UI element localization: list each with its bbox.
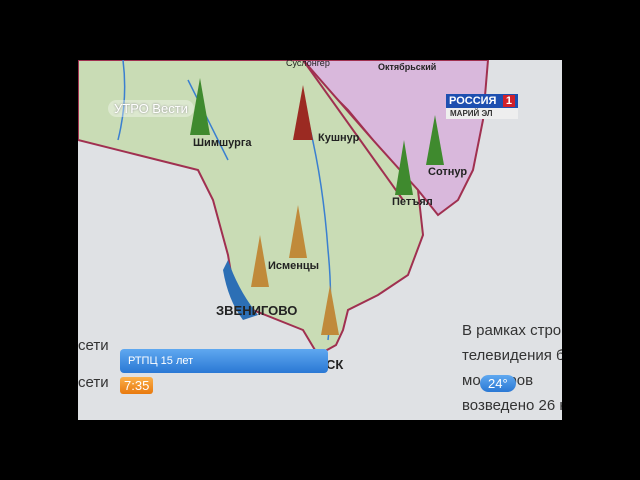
- place-zvenigovo: ЗВЕНИГОВО: [216, 303, 298, 318]
- place-sk: СК: [326, 357, 344, 372]
- side-text-right: возведено 26 н: [462, 397, 562, 414]
- channel-number: 1: [502, 95, 515, 107]
- channel-name: РОССИЯ: [449, 95, 497, 107]
- place-shimshurga: Шимшурга: [193, 137, 252, 149]
- program-logo-text: УТРО Вести: [114, 101, 188, 116]
- place-ismentsy: Исменцы: [268, 260, 320, 272]
- place-kushnur: Кушнур: [318, 132, 360, 144]
- place-sotnur: Сотнур: [428, 166, 468, 178]
- side-text-right: телевидения бу: [462, 347, 562, 364]
- place-oktyabrsky: Октябрьский: [378, 62, 437, 72]
- side-text-right: В рамках строи: [462, 322, 562, 339]
- news-ticker: РТПЦ 15 лет: [120, 349, 328, 373]
- temperature-badge: 24°: [480, 375, 516, 392]
- place-suslonger: Суслонгер: [286, 60, 330, 68]
- side-text-left: сети: [78, 374, 109, 391]
- program-logo: УТРО Вести: [108, 100, 194, 117]
- tv-screen: Суслонгер Октябрьский Шимшурга Кушнур Со…: [78, 60, 562, 420]
- side-text-left: сети: [78, 337, 109, 354]
- channel-region: МАРИЙ ЭЛ: [446, 108, 518, 119]
- clock: 7:35: [120, 377, 154, 394]
- place-petyal: Петъял: [392, 196, 433, 208]
- channel-logo: РОССИЯ 1 МАРИЙ ЭЛ: [446, 94, 518, 119]
